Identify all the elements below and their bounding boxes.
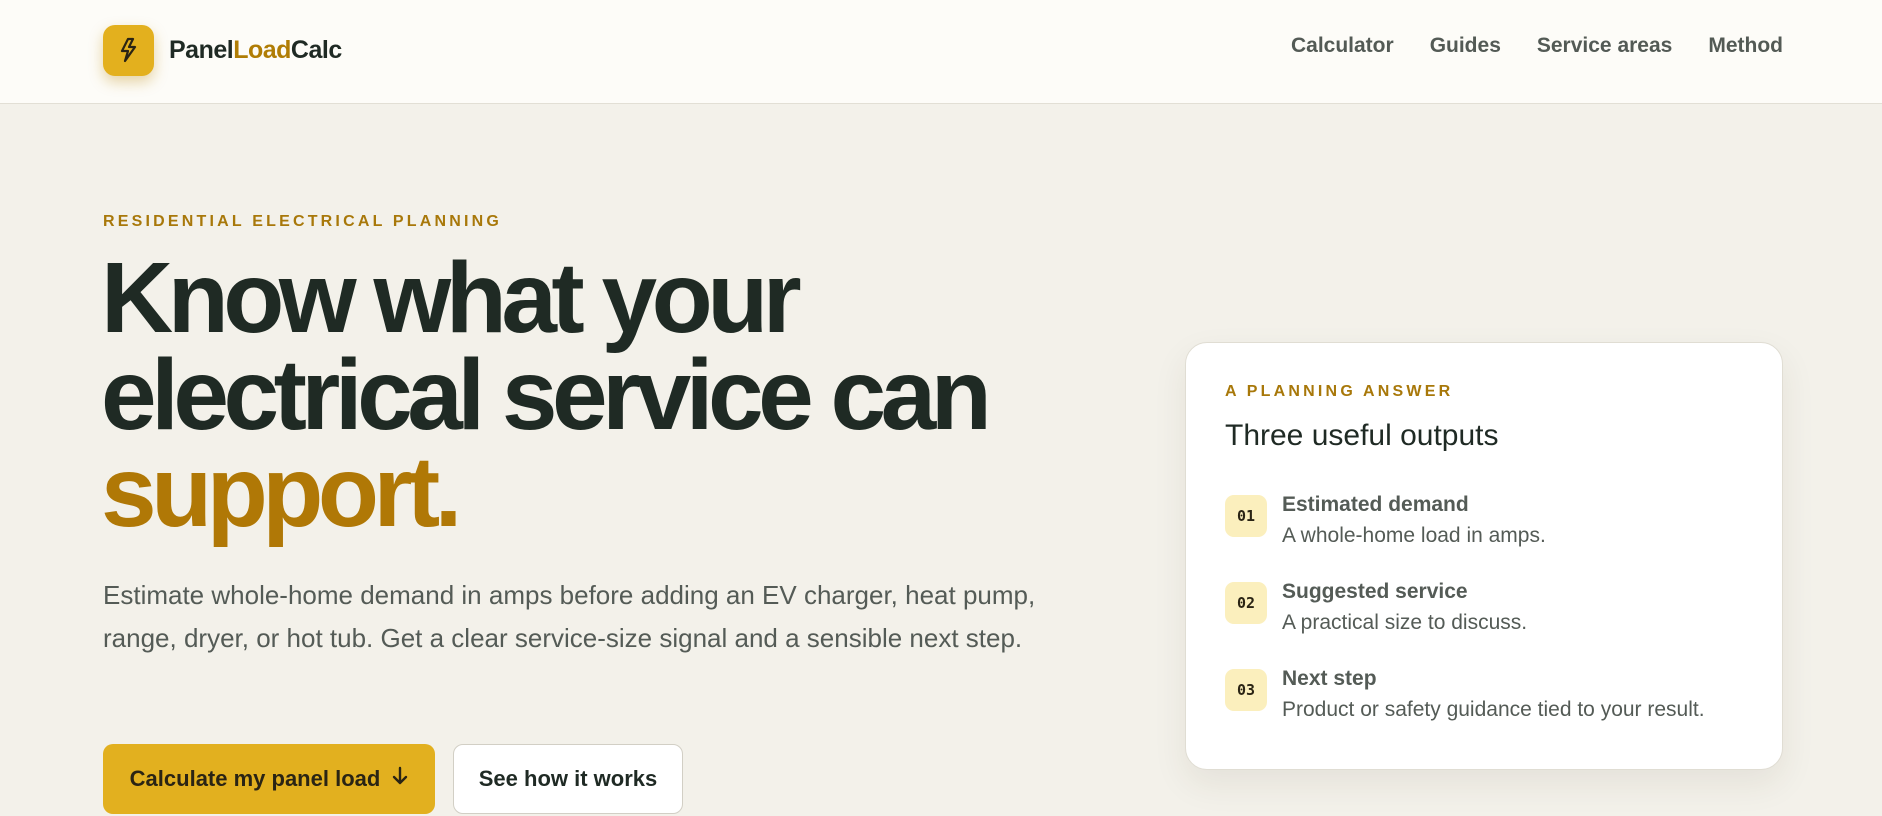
hero-eyebrow: RESIDENTIAL ELECTRICAL PLANNING bbox=[103, 213, 503, 230]
output-description: A whole-home load in amps. bbox=[1282, 524, 1546, 547]
logo[interactable]: Panel Load Calc bbox=[103, 24, 342, 76]
arrow-down-icon bbox=[392, 766, 408, 792]
calculate-button-label: Calculate my panel load bbox=[129, 766, 381, 791]
nav-link-method[interactable]: Method bbox=[1708, 34, 1783, 58]
nav-link-guides[interactable]: Guides bbox=[1430, 34, 1501, 58]
headline-accent: support. bbox=[101, 436, 462, 548]
nav-link-service-areas[interactable]: Service areas bbox=[1537, 34, 1672, 58]
headline-line-1: Know what your bbox=[101, 242, 802, 354]
hero-description: Estimate whole-home demand in amps befor… bbox=[103, 580, 1036, 653]
lightning-bolt-icon bbox=[103, 24, 154, 76]
nav-link-calculator[interactable]: Calculator bbox=[1291, 34, 1394, 58]
list-item: 03 Next step Product or safety guidance … bbox=[1225, 667, 1765, 756]
output-title: Next step bbox=[1282, 667, 1377, 690]
output-title: Estimated demand bbox=[1282, 493, 1469, 516]
output-description: A practical size to discuss. bbox=[1282, 611, 1528, 634]
step-number: 02 bbox=[1225, 582, 1267, 624]
site-header: Panel Load Calc Calculator Guides Service … bbox=[0, 0, 1882, 104]
list-item: 01 Estimated demand A whole-home load in… bbox=[1225, 493, 1765, 582]
main-nav: Calculator Guides Service areas Method bbox=[1291, 34, 1783, 58]
calculate-panel-load-button[interactable]: Calculate my panel load bbox=[103, 744, 435, 814]
headline-line-2: electrical service can bbox=[101, 339, 992, 451]
card-title: Three useful outputs bbox=[1225, 419, 1499, 452]
output-text: Estimated demand A whole-home load in am… bbox=[1282, 490, 1546, 552]
logo-wordmark: Panel Load Calc bbox=[169, 36, 342, 65]
step-number: 03 bbox=[1225, 669, 1267, 711]
planning-answer-card: A PLANNING ANSWER Three useful outputs 0… bbox=[1185, 342, 1783, 770]
hero-headline: Know what your electrical service can su… bbox=[101, 242, 1061, 548]
logo-text-panel: Panel bbox=[169, 35, 234, 64]
output-title: Suggested service bbox=[1282, 580, 1468, 603]
output-text: Suggested service A practical size to di… bbox=[1282, 577, 1527, 639]
see-how-it-works-button[interactable]: See how it works bbox=[453, 744, 683, 814]
list-item: 02 Suggested service A practical size to… bbox=[1225, 580, 1765, 669]
logo-text-calc: Calc bbox=[290, 35, 342, 64]
output-text: Next step Product or safety guidance tie… bbox=[1282, 664, 1705, 726]
card-eyebrow: A PLANNING ANSWER bbox=[1225, 383, 1454, 400]
output-description: Product or safety guidance tied to your … bbox=[1282, 698, 1705, 721]
outputs-list: 01 Estimated demand A whole-home load in… bbox=[1225, 493, 1765, 756]
logo-text-load: Load bbox=[233, 35, 291, 64]
step-number: 01 bbox=[1225, 495, 1267, 537]
